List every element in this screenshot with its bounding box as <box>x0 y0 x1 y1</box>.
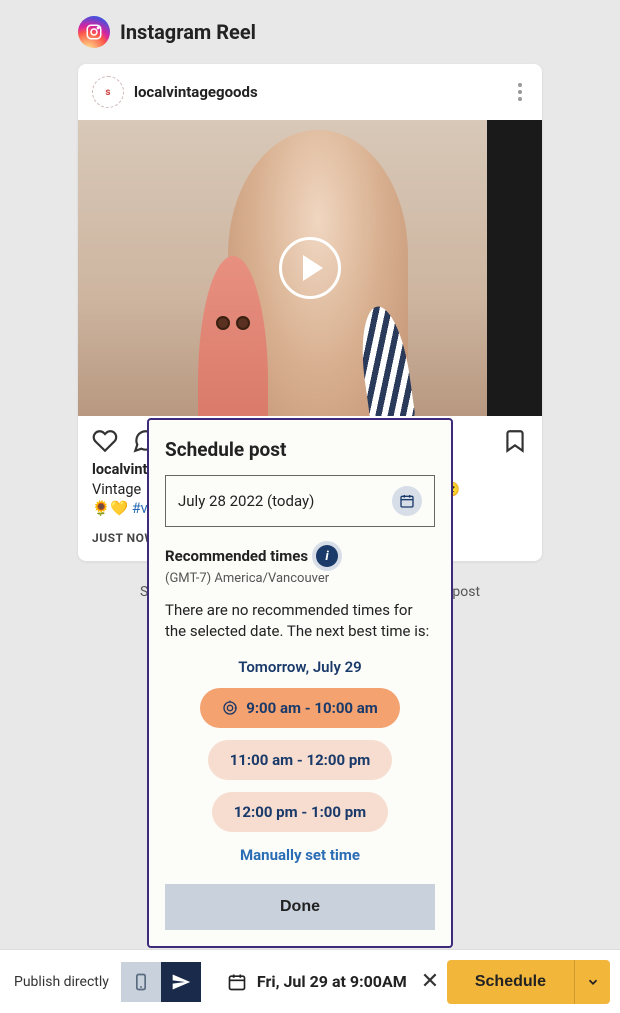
time-option-label: 12:00 pm - 1:00 pm <box>234 803 366 821</box>
calendar-icon <box>227 972 247 992</box>
bookmark-icon[interactable] <box>502 428 528 454</box>
info-icon[interactable]: i <box>316 545 338 567</box>
timezone-label: (GMT-7) America/Vancouver <box>165 571 435 586</box>
time-option-3[interactable]: 12:00 pm - 1:00 pm <box>212 792 388 832</box>
username[interactable]: localvintagegoods <box>134 83 258 101</box>
time-option-label: 9:00 am - 10:00 am <box>246 699 378 717</box>
schedule-button[interactable]: Schedule <box>447 960 574 1004</box>
scheduled-time-text: Fri, Jul 29 at 9:00AM <box>257 972 407 991</box>
bottom-toolbar: Publish directly Fri, Jul 29 at 9:00AM ✕… <box>0 949 620 1013</box>
scheduled-time-display[interactable]: Fri, Jul 29 at 9:00AM <box>227 972 407 992</box>
recommended-times-header: Recommended times i <box>165 545 435 567</box>
time-option-label: 11:00 am - 12:00 pm <box>230 751 371 769</box>
heart-icon[interactable] <box>92 428 118 454</box>
target-icon <box>222 700 238 716</box>
recommended-label: Recommended times <box>165 547 308 565</box>
recommended-message: There are no recommended times for the s… <box>165 600 435 642</box>
caption-emoji: 🌻💛 <box>92 500 132 517</box>
clear-schedule-icon[interactable]: ✕ <box>421 969 439 994</box>
time-option-2[interactable]: 11:00 am - 12:00 pm <box>208 740 393 780</box>
done-button[interactable]: Done <box>165 884 435 930</box>
page-title: Instagram Reel <box>120 20 256 44</box>
calendar-icon[interactable] <box>392 486 422 516</box>
schedule-button-group: Schedule <box>447 960 610 1004</box>
send-toggle-button[interactable] <box>161 962 201 1002</box>
device-toggle-button[interactable] <box>121 962 161 1002</box>
play-icon[interactable] <box>279 237 341 299</box>
more-options-icon[interactable] <box>512 77 528 107</box>
date-picker-field[interactable]: July 28 2022 (today) <box>165 475 435 527</box>
media-preview[interactable] <box>78 120 542 416</box>
manual-time-link[interactable]: Manually set time <box>165 846 435 864</box>
time-option-1[interactable]: 9:00 am - 10:00 am <box>200 688 400 728</box>
next-best-day: Tomorrow, July 29 <box>165 658 435 676</box>
publish-directly-label: Publish directly <box>14 974 109 990</box>
date-value: July 28 2022 (today) <box>178 492 314 510</box>
caption-text-1: Vintage <box>92 481 145 498</box>
instagram-icon <box>78 16 110 48</box>
schedule-post-popover: Schedule post July 28 2022 (today) Recom… <box>147 418 453 948</box>
page-header: Instagram Reel <box>0 0 620 56</box>
popover-title: Schedule post <box>165 438 435 461</box>
avatar[interactable]: s <box>92 76 124 108</box>
card-header: s localvintagegoods <box>78 64 542 120</box>
schedule-dropdown-button[interactable] <box>574 960 610 1004</box>
chevron-down-icon <box>586 975 600 989</box>
time-options: 9:00 am - 10:00 am 11:00 am - 12:00 pm 1… <box>165 688 435 832</box>
